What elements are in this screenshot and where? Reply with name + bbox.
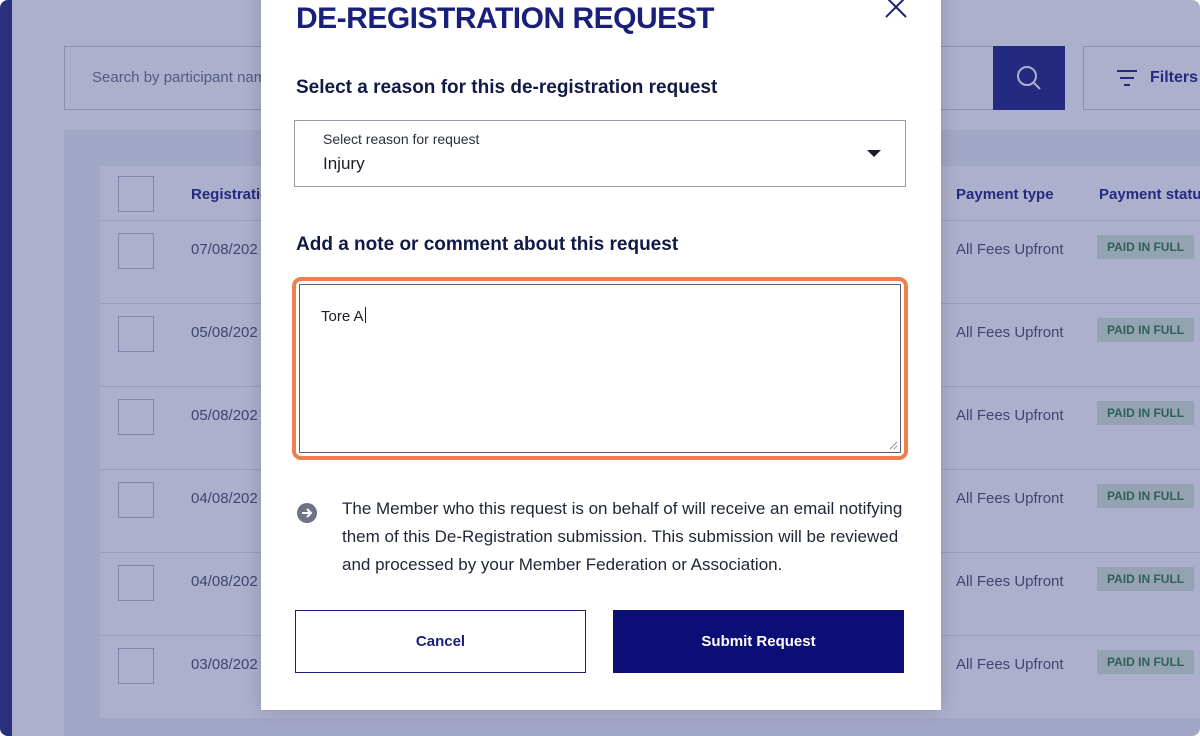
note-textarea-value: Tore A xyxy=(321,308,364,325)
reason-heading: Select a reason for this de-registration… xyxy=(296,77,718,98)
reason-select[interactable]: Select reason for request Injury xyxy=(294,120,906,187)
modal-title: DE-REGISTRATION REQUEST xyxy=(296,2,714,35)
de-registration-modal: DE-REGISTRATION REQUEST Select a reason … xyxy=(261,0,941,710)
cancel-button[interactable]: Cancel xyxy=(295,610,586,673)
arrow-right-circle-icon xyxy=(297,503,317,523)
reason-select-label: Select reason for request xyxy=(323,131,480,147)
reason-select-value: Injury xyxy=(323,154,365,173)
info-notice: The Member who this request is on behalf… xyxy=(342,499,903,574)
close-button[interactable] xyxy=(881,0,911,22)
note-textarea[interactable]: Tore A xyxy=(299,284,901,453)
note-heading: Add a note or comment about this request xyxy=(296,234,679,255)
text-cursor xyxy=(364,307,366,323)
chevron-down-icon xyxy=(867,150,881,157)
resize-handle-icon[interactable] xyxy=(888,440,898,450)
close-icon xyxy=(885,0,907,18)
note-field-highlight: Tore A xyxy=(292,277,908,460)
submit-request-button[interactable]: Submit Request xyxy=(613,610,904,673)
